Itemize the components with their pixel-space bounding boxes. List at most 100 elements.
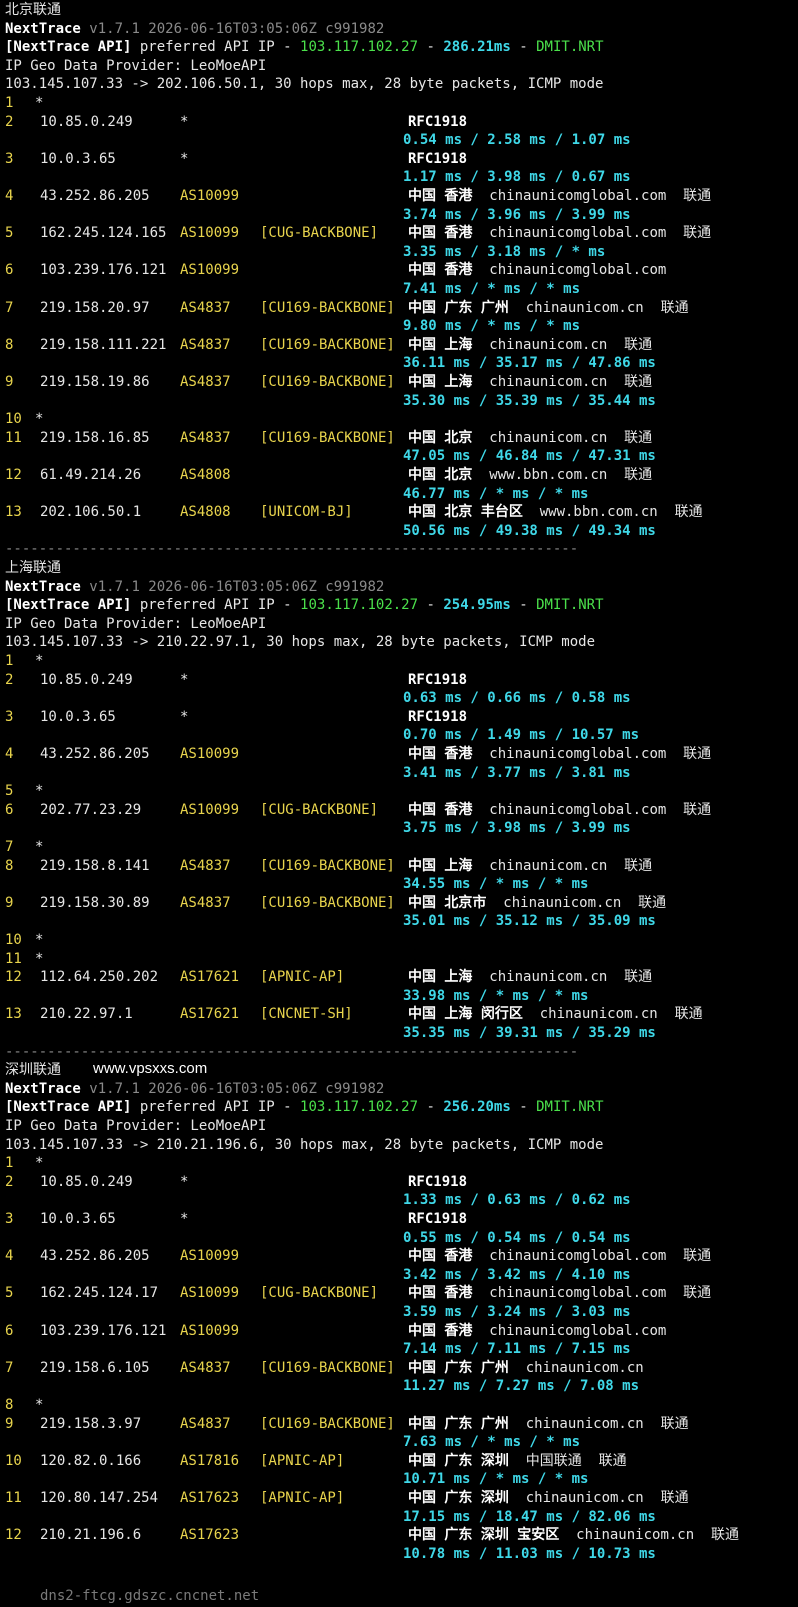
hop-rtt: 50.56 ms / 49.38 ms / 49.34 ms — [403, 522, 656, 539]
hop-host: chinaunicom.cn — [489, 336, 608, 353]
api-ip: 103.117.102.27 — [300, 1099, 419, 1116]
hop-host: chinaunicom.cn — [525, 299, 644, 316]
hop-ip: 120.82.0.166 — [40, 1452, 142, 1469]
hop-isp: 联通 — [624, 336, 653, 353]
hop-row: 11 120.80.147.254 AS17623 [APNIC-AP] 中国 广东 深… — [5, 1489, 795, 1508]
hop-geo-group: 中国 广东 广州 chinaunicom.cn 联通 — [408, 299, 689, 318]
hop-asn: AS17623 — [180, 1490, 240, 1506]
hop-rtt: 36.11 ms / 35.17 ms / 47.86 ms — [403, 355, 656, 372]
hop-tag: [CUG-BACKBONE] — [260, 1285, 379, 1302]
hop-host: chinaunicomglobal.com — [489, 188, 667, 204]
api-ip: 103.117.102.27 — [300, 597, 419, 614]
hop-tag: [CU169-BACKBONE] — [260, 336, 395, 353]
api-tag: [NextTrace API] — [5, 1099, 132, 1116]
api-line: [NextTrace API] preferred API IP - 103.1… — [5, 596, 604, 615]
hop-ip: 162.245.124.165 — [40, 225, 167, 242]
hop-row: 1 * — [5, 94, 795, 113]
hop-geo: 中国 广东 深圳 — [408, 1490, 509, 1506]
hop-row: 13 202.106.50.1 AS4808 [UNICOM-BJ] 中国 北京 丰台区… — [5, 503, 795, 522]
hop-host: chinaunicom.cn — [576, 1527, 695, 1544]
hop-asn: AS10099 — [180, 746, 240, 762]
api-node: DMIT.NRT — [536, 597, 604, 614]
route-line: 103.145.107.33 -> 210.22.97.1, 30 hops m… — [5, 633, 595, 652]
route-line: 103.145.107.33 -> 202.106.50.1, 30 hops … — [5, 75, 603, 94]
hop-timeout: * — [35, 653, 44, 669]
hop-geo-group: 中国 香港 chinaunicomglobal.com 联通 — [408, 745, 711, 764]
hop-isp: 联通 — [624, 857, 653, 874]
api-latency: 256.20ms — [443, 1099, 511, 1116]
hop-geo: 中国 香港 — [408, 1322, 473, 1339]
hop-geo-group: 中国 北京市 chinaunicom.cn 联通 — [408, 894, 666, 913]
hop-ip: 210.22.97.1 — [40, 1006, 133, 1023]
geo-provider: IP Geo Data Provider: LeoMoeAPI — [5, 57, 267, 74]
hop-asn: AS10099 — [180, 1285, 240, 1302]
hop-asn: AS4837 — [180, 1359, 231, 1376]
hop-rtt: 11.27 ms / 7.27 ms / 7.08 ms — [403, 1378, 640, 1395]
hop-timeout: * — [35, 950, 44, 967]
hop-host: chinaunicomglobal.com — [489, 225, 667, 242]
hop-asn: * — [180, 671, 189, 688]
api-latency: 254.95ms — [443, 597, 511, 614]
hop-tag: [CU169-BACKBONE] — [260, 1359, 395, 1376]
hop-geo: 中国 广东 广州 — [408, 1359, 509, 1376]
nexttrace-version-line: NextTrace v1.7.1 2026-06-16T03:05:06Z c9… — [5, 20, 384, 39]
hop-asn: * — [180, 150, 189, 167]
nexttrace-name: NextTrace — [5, 1080, 81, 1097]
hop-ip: 219.158.16.85 — [40, 429, 150, 446]
hop-tag: [APNIC-AP] — [260, 1452, 345, 1469]
hop-geo-group: 中国 上海 chinaunicom.cn 联通 — [408, 373, 652, 392]
hop-geo-group: RFC1918 — [408, 671, 467, 690]
hop-row: 5 * — [5, 782, 795, 801]
hop-isp: 联通 — [683, 746, 712, 762]
hop-ip: 10.0.3.65 — [40, 150, 116, 167]
hop-geo-group: RFC1918 — [408, 150, 467, 169]
hop-host: chinaunicom.cn — [525, 1490, 644, 1506]
hop-geo: 中国 广东 深圳 宝安区 — [408, 1527, 560, 1544]
hop-number: 9 — [5, 374, 14, 390]
api-node: DMIT.NRT — [536, 1099, 604, 1116]
hop-geo-group: 中国 上海 chinaunicom.cn 联通 — [408, 336, 652, 355]
hop-isp: 联通 — [624, 374, 653, 390]
hop-isp: 联通 — [624, 467, 653, 483]
hop-host: chinaunicom.cn — [489, 857, 608, 874]
route-summary: 103.145.107.33 -> 210.22.97.1, 30 hops m… — [5, 634, 596, 651]
section-title: 北京联通 — [5, 1, 61, 20]
hop-row: 6 103.239.176.121 AS10099 中国 香港 chinaunicom… — [5, 261, 795, 280]
hop-row: 7 219.158.6.105 AS4837 [CU169-BACKBONE] 中国 广… — [5, 1359, 795, 1378]
hop-ip: 10.0.3.65 — [40, 1211, 116, 1227]
hop-number: 7 — [5, 299, 14, 316]
hop-isp: 联通 — [660, 1415, 689, 1432]
hop-timeout: * — [35, 783, 44, 800]
watermark-text: www.vpsxxs.com — [93, 1060, 208, 1078]
hop-ip: 210.21.196.6 — [40, 1527, 142, 1544]
geo-provider: IP Geo Data Provider: LeoMoeAPI — [5, 1118, 267, 1134]
hop-row: 11 * — [5, 950, 795, 969]
section-title: 北京联通 — [5, 2, 61, 18]
hop-row: 5 162.245.124.17 AS10099 [CUG-BACKBONE] 中国 香… — [5, 1284, 795, 1303]
hop-geo: 中国 香港 — [408, 1285, 473, 1302]
hop-geo-group: 中国 北京 chinaunicom.cn 联通 — [408, 429, 652, 448]
hop-rtt: 0.63 ms / 0.66 ms / 0.58 ms — [403, 690, 631, 707]
api-line: [NextTrace API] preferred API IP - 103.1… — [5, 1098, 604, 1117]
hop-tag: [CU169-BACKBONE] — [260, 857, 395, 874]
hop-rtt: 17.15 ms / 18.47 ms / 82.06 ms — [403, 1508, 656, 1525]
hop-geo-group: 中国 广东 深圳 宝安区 chinaunicom.cn 联通 — [408, 1526, 739, 1545]
hop-asn: AS10099 — [180, 1322, 240, 1339]
hop-number: 10 — [5, 411, 22, 428]
hop-asn: AS10099 — [180, 801, 240, 818]
hop-geo-group: RFC1918 — [408, 1210, 467, 1229]
nexttrace-name: NextTrace — [5, 20, 81, 37]
hop-row: 12 61.49.214.26 AS4808 中国 北京 www.bbn.com.cn… — [5, 466, 795, 485]
hop-ip: 10.85.0.249 — [40, 113, 133, 130]
hop-number: 12 — [5, 1527, 22, 1544]
hop-rtt: 3.41 ms / 3.77 ms / 3.81 ms — [403, 764, 631, 781]
hop-row: 12 112.64.250.202 AS17621 [APNIC-AP] 中国 上海 c… — [5, 968, 795, 987]
hop-number: 12 — [5, 969, 22, 986]
hop-asn: AS17621 — [180, 1006, 240, 1023]
hop-rtt: 1.33 ms / 0.63 ms / 0.62 ms — [403, 1192, 631, 1209]
hop-number: 8 — [5, 1397, 14, 1413]
hop-row: 4 43.252.86.205 AS10099 中国 香港 chinaunicomgl… — [5, 187, 795, 206]
hop-row: 7 219.158.20.97 AS4837 [CU169-BACKBONE] 中国 广… — [5, 299, 795, 318]
hop-number: 6 — [5, 801, 14, 818]
nexttrace-version: v1.7.1 2026-06-16T03:05:06Z c991982 — [89, 1080, 385, 1097]
